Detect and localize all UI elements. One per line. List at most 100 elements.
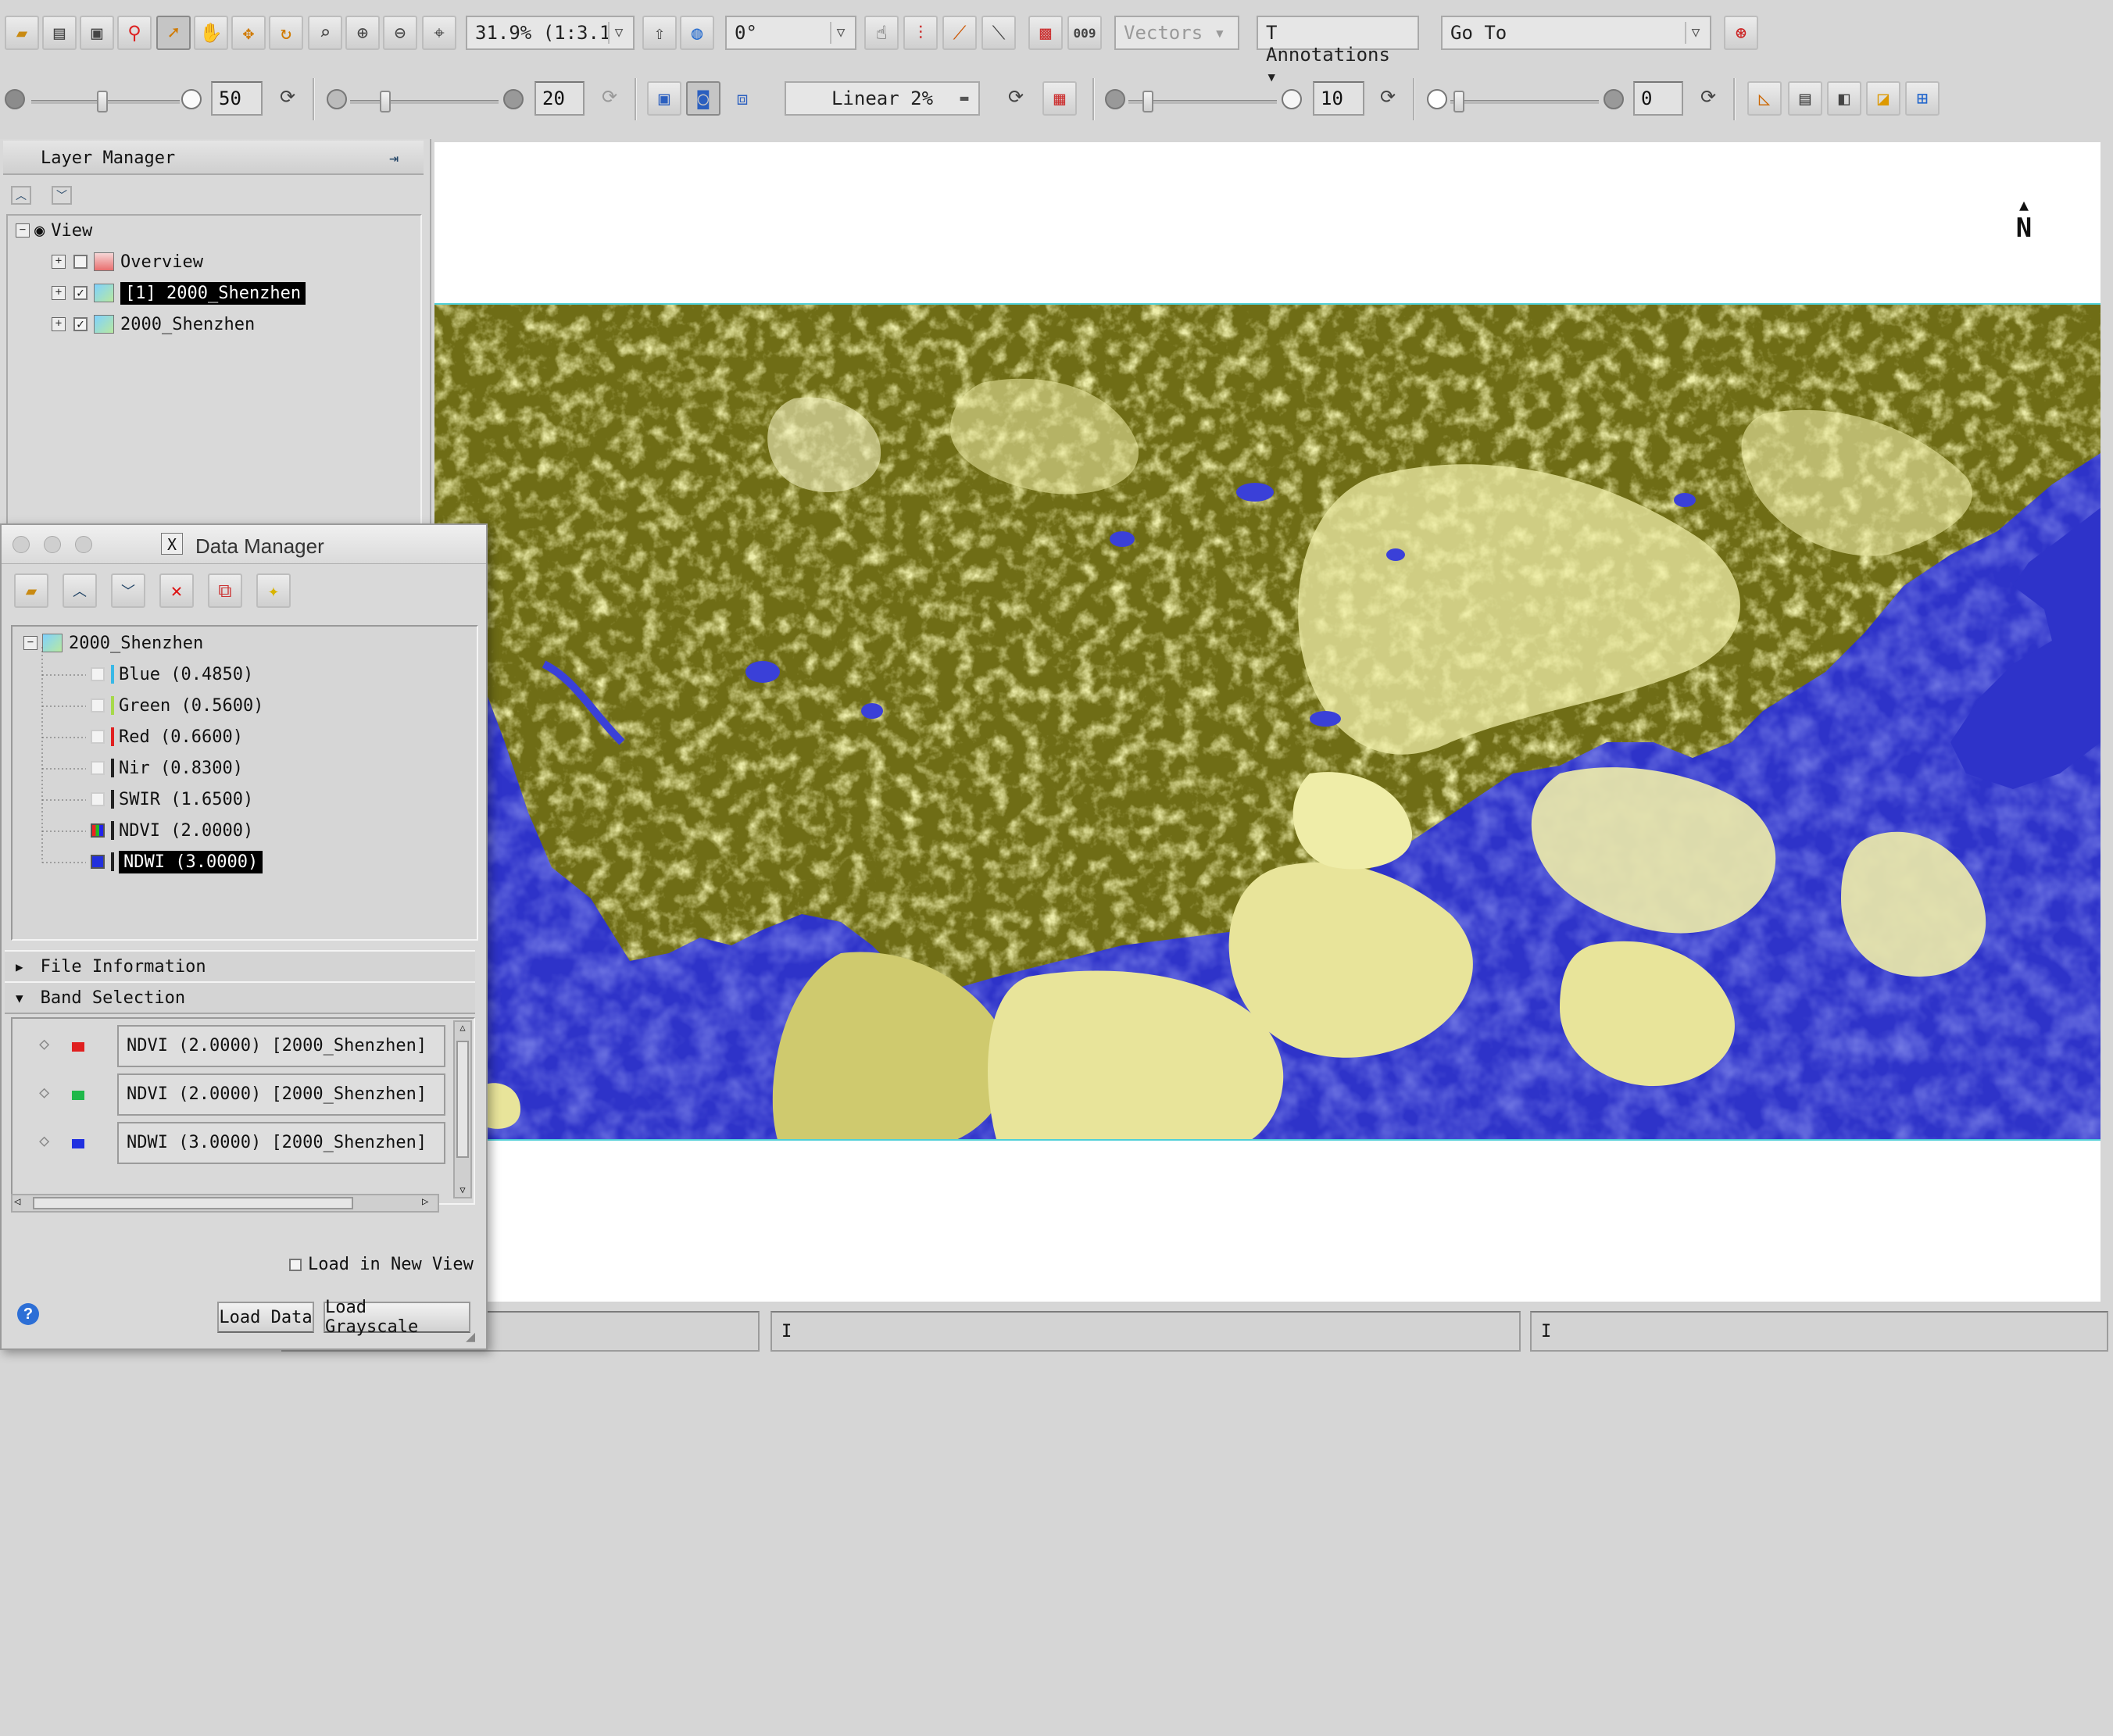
goto-input[interactable]: Go To — [1450, 22, 1507, 44]
contrast-field[interactable]: 20 — [535, 81, 585, 116]
chevron-down-icon[interactable]: ▽ — [830, 22, 850, 44]
swipe-icon[interactable]: ◪ — [1866, 81, 1900, 116]
chevron-down-icon[interactable]: ▽ — [608, 22, 628, 44]
band-item-selected[interactable]: NDWI (3.0000) — [88, 848, 263, 875]
diamond-icon[interactable]: ◇ — [39, 1034, 49, 1054]
stretch-data-icon[interactable]: ⧈ — [725, 81, 760, 116]
reset-transparency-icon[interactable]: ⟳ — [1691, 80, 1725, 114]
data-manager-titlebar[interactable]: X Data Manager — [2, 525, 486, 564]
brightness-field[interactable]: 50 — [211, 81, 263, 116]
reset-sharpen-icon[interactable]: ⟳ — [1371, 80, 1405, 114]
zoom-out-icon[interactable]: ⊖ — [383, 16, 417, 50]
tree-row-view[interactable]: − ◉ View — [16, 217, 92, 244]
profile-icon[interactable]: ⟋ — [942, 16, 977, 50]
annotations-button[interactable]: T Annotations ▾ — [1257, 16, 1419, 88]
touch-icon[interactable]: ☝ — [864, 16, 899, 50]
collapse-icon[interactable]: − — [23, 636, 38, 650]
transparency-slider[interactable] — [1450, 100, 1599, 104]
pixel-value-icon[interactable]: 009 — [1067, 16, 1102, 50]
zoom-full-icon[interactable]: ⌖ — [422, 16, 456, 50]
close-window-icon[interactable] — [13, 536, 30, 553]
band-item[interactable]: SWIR (1.6500) — [88, 786, 253, 813]
vertical-scrollbar[interactable]: △ ▽ — [453, 1020, 472, 1198]
band-item[interactable]: Green (0.5600) — [88, 692, 263, 719]
minimize-window-icon[interactable] — [44, 536, 61, 553]
scroll-thumb[interactable] — [456, 1041, 469, 1158]
green-channel-field[interactable]: NDVI (2.0000) [2000_Shenzhen] — [117, 1073, 445, 1116]
collapse-all-icon[interactable]: ︿ — [63, 573, 97, 608]
satellite-image[interactable] — [434, 303, 2100, 1141]
resize-grip-icon[interactable]: ◢ — [466, 1327, 475, 1345]
rotation-combo[interactable]: 0° ▽ — [725, 16, 856, 50]
histogram-icon[interactable]: ▦ — [1042, 81, 1077, 116]
move-up-icon[interactable]: ︿ — [11, 186, 31, 205]
transparency-field[interactable]: 0 — [1633, 81, 1683, 116]
red-channel-row[interactable]: ◇ NDVI (2.0000) [2000_Shenzhen] — [13, 1025, 450, 1067]
scroll-right-icon[interactable]: ▷ — [422, 1195, 428, 1208]
diamond-icon[interactable]: ◇ — [39, 1083, 49, 1102]
vectors-button[interactable]: Vectors ▾ — [1114, 16, 1239, 50]
band-item[interactable]: Blue (0.4850) — [88, 661, 253, 688]
scroll-thumb[interactable] — [33, 1197, 353, 1209]
band-item[interactable]: NDVI (2.0000) — [88, 817, 253, 844]
diamond-icon[interactable]: ◇ — [39, 1131, 49, 1151]
file-information-section[interactable]: ▶ File Information — [5, 950, 475, 983]
chevron-down-icon[interactable]: ▽ — [1685, 22, 1705, 44]
portal-icon[interactable]: ⊞ — [1905, 81, 1940, 116]
layer-checkbox[interactable]: ✓ — [73, 286, 88, 300]
layer-checkbox[interactable]: ✓ — [73, 317, 88, 331]
expand-all-icon[interactable]: ﹀ — [111, 573, 145, 608]
layer-item-shenzhen[interactable]: + ✓ 2000_Shenzhen — [52, 311, 255, 338]
transparency-knob[interactable] — [1453, 91, 1464, 113]
help-icon[interactable]: ? — [17, 1303, 39, 1325]
load-new-view-checkbox[interactable] — [289, 1258, 302, 1271]
scroll-left-icon[interactable]: ◁ — [14, 1195, 20, 1208]
move-down-icon[interactable]: ﹀ — [52, 186, 72, 205]
sharpen-knob[interactable] — [1142, 91, 1153, 113]
zoom-icon[interactable]: ⌕ — [308, 16, 342, 50]
horizontal-scrollbar[interactable] — [11, 1717, 439, 1736]
expand-icon[interactable]: + — [52, 255, 66, 269]
collapse-icon[interactable]: − — [16, 223, 30, 238]
open-icon[interactable]: ▰ — [5, 16, 39, 50]
horizontal-scrollbar[interactable]: ◁ ▷ — [11, 1194, 439, 1213]
menu-icon[interactable]: ▬ — [955, 88, 974, 109]
stretch-view-icon[interactable]: ◙ — [686, 81, 720, 116]
pin-file-icon[interactable]: ✦ — [256, 573, 291, 608]
spectral-icon[interactable]: ⫶ — [903, 16, 938, 50]
scatter-icon[interactable]: ⟍ — [981, 16, 1016, 50]
select-pointer-icon[interactable]: ➚ — [156, 16, 191, 50]
roi-icon[interactable]: ▩ — [1028, 16, 1063, 50]
fly-icon[interactable]: ✥ — [231, 16, 266, 50]
contrast-slider[interactable] — [350, 100, 499, 104]
flicker-icon[interactable]: ◧ — [1827, 81, 1861, 116]
stretch-full-icon[interactable]: ▣ — [647, 81, 681, 116]
zoom-in-icon[interactable]: ⊕ — [345, 16, 380, 50]
reset-contrast-icon[interactable]: ⟳ — [592, 80, 627, 114]
blue-channel-row[interactable]: ◇ NDWI (3.0000) [2000_Shenzhen] — [13, 1122, 450, 1164]
map-view[interactable]: ▲ N — [434, 142, 2100, 1302]
scroll-up-icon[interactable]: △ — [455, 1022, 470, 1033]
expand-icon[interactable]: + — [52, 286, 66, 300]
contrast-knob[interactable] — [380, 91, 391, 113]
green-channel-row[interactable]: ◇ NDVI (2.0000) [2000_Shenzhen] — [13, 1073, 450, 1116]
close-file-icon[interactable]: ✕ — [159, 573, 194, 608]
reset-stretch-icon[interactable]: ⟳ — [999, 80, 1033, 114]
globe-icon[interactable]: ◍ — [680, 16, 714, 50]
pin-icon[interactable]: ⚲ — [117, 16, 152, 50]
expand-icon[interactable]: + — [52, 317, 66, 331]
measure-icon[interactable]: ◺ — [1747, 81, 1782, 116]
layer-item-overview[interactable]: + Overview — [52, 248, 203, 275]
crosshair-icon[interactable]: ⊛ — [1724, 16, 1758, 50]
load-grayscale-button[interactable]: Load Grayscale — [324, 1298, 470, 1337]
load-new-view-option[interactable]: Load in New View — [286, 1255, 474, 1274]
red-channel-field[interactable]: NDVI (2.0000) [2000_Shenzhen] — [117, 1025, 445, 1067]
band-item[interactable]: Red (0.6600) — [88, 723, 243, 750]
layer-item-shenzhen-1[interactable]: + ✓ [1] 2000_Shenzhen — [52, 280, 306, 306]
stretch-combo[interactable]: Linear 2% ▬ — [785, 81, 980, 116]
brightness-knob[interactable] — [97, 91, 108, 113]
pan-hand-icon[interactable]: ✋ — [194, 16, 228, 50]
maximize-window-icon[interactable] — [75, 536, 92, 553]
blend-icon[interactable]: ▤ — [1788, 81, 1822, 116]
goto-combo[interactable]: Go To ▽ — [1441, 16, 1711, 50]
